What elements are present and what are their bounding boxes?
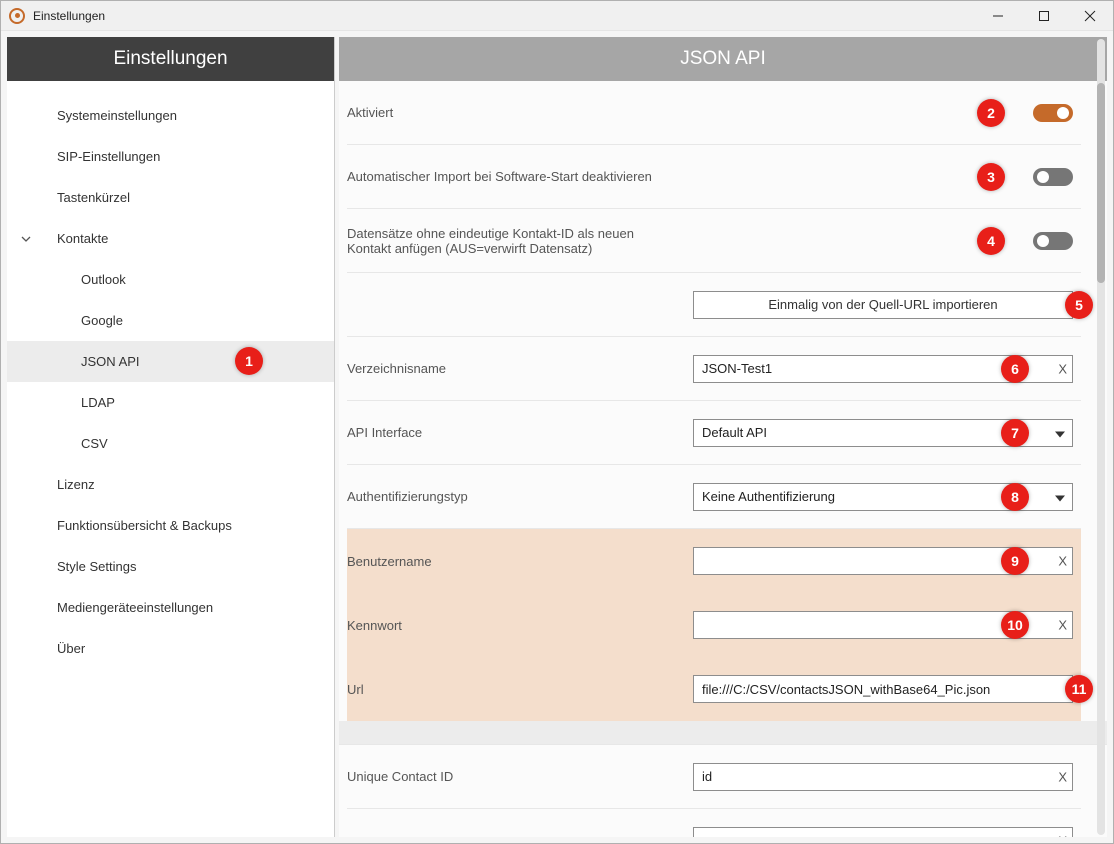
row-password: Kennwort X 10 [347,593,1081,657]
sidebar-item-shortcuts[interactable]: Tastenkürzel [7,177,334,218]
scrollbar-thumb[interactable] [1097,83,1105,283]
annotation-badge-11: 11 [1065,675,1093,703]
app-icon [9,8,25,24]
api-interface-label: API Interface [347,425,693,440]
annotation-badge-1: 1 [235,347,263,375]
row-url: Url 11 [347,657,1081,721]
sidebar-item-license[interactable]: Lizenz [7,464,334,505]
row-import-once: Einmalig von der Quell-URL importieren 5 [347,273,1081,337]
annotation-badge-3: 3 [977,163,1005,191]
sidebar-item-csv[interactable]: CSV [7,423,334,464]
dirname-label: Verzeichnisname [347,361,693,376]
sidebar-item-label: Über [57,641,85,656]
activated-label: Aktiviert [347,105,693,120]
annotation-badge-8: 8 [1001,483,1029,511]
row-auth-type: Authentifizierungstyp Keine Authentifizi… [347,465,1081,529]
chevron-down-icon [21,234,31,244]
import-once-button[interactable]: Einmalig von der Quell-URL importieren [693,291,1073,319]
sidebar-item-google[interactable]: Google [7,300,334,341]
row-api-interface: API Interface Default API 7 [347,401,1081,465]
sidebar-item-label: CSV [81,436,108,451]
url-input[interactable] [693,675,1073,703]
sidebar-item-ldap[interactable]: LDAP [7,382,334,423]
row-append: Datensätze ohne eindeutige Kontakt-ID al… [347,209,1081,273]
annotation-badge-5: 5 [1065,291,1093,319]
content-title: JSON API [339,37,1107,81]
sidebar-item-style[interactable]: Style Settings [7,546,334,587]
activated-toggle[interactable] [1033,104,1073,122]
password-label: Kennwort [347,618,693,633]
sidebar-item-contacts[interactable]: Kontakte [7,218,334,259]
sidebar-item-label: Systemeinstellungen [57,108,177,123]
sidebar-item-system[interactable]: Systemeinstellungen [7,95,334,136]
auto-import-label: Automatischer Import bei Software-Start … [347,169,693,184]
sidebar-item-label: Google [81,313,123,328]
unique-id-label: Unique Contact ID [347,769,693,784]
sidebar-item-label: SIP-Einstellungen [57,149,160,164]
titlebar: Einstellungen [1,1,1113,31]
auth-type-label: Authentifizierungstyp [347,489,693,504]
close-button[interactable] [1067,1,1113,30]
sidebar-title: Einstellungen [7,37,334,81]
row-auto-import: Automatischer Import bei Software-Start … [347,145,1081,209]
sidebar-item-label: Style Settings [57,559,137,574]
body: Einstellungen Systemeinstellungen SIP-Ei… [1,31,1113,843]
sidebar-item-label: Outlook [81,272,126,287]
sidebar-item-sip[interactable]: SIP-Einstellungen [7,136,334,177]
window-title: Einstellungen [33,9,975,23]
auth-block: Benutzername X 9 Kennwort [347,529,1081,721]
annotation-badge-4: 4 [977,227,1005,255]
sidebar-item-label: Funktionsübersicht & Backups [57,518,232,533]
content: JSON API Aktiviert 2 Automatischer Impor… [339,37,1107,837]
maximize-button[interactable] [1021,1,1067,30]
sidebar-item-label: Kontakte [57,231,108,246]
select-value: Keine Authentifizierung [702,489,835,504]
annotation-badge-7: 7 [1001,419,1029,447]
sidebar-item-label: LDAP [81,395,115,410]
settings-window: Einstellungen Einstellungen Systemeinste… [0,0,1114,844]
row-username: Benutzername X 9 [347,529,1081,593]
sidebar-item-json-api[interactable]: JSON API 1 [7,341,334,382]
username-label: Benutzername [347,554,693,569]
window-controls [975,1,1113,30]
sidebar-item-label: JSON API [81,354,140,369]
vorname-label: Vorname [347,834,693,838]
select-value: Default API [702,425,767,440]
sidebar-item-outlook[interactable]: Outlook [7,259,334,300]
annotation-badge-6: 6 [1001,355,1029,383]
auto-import-toggle[interactable] [1033,168,1073,186]
sidebar-item-about[interactable]: Über [7,628,334,669]
append-toggle[interactable] [1033,232,1073,250]
row-vorname: Vorname X [347,809,1081,837]
row-activated: Aktiviert 2 [347,81,1081,145]
section-divider [339,721,1107,745]
minimize-button[interactable] [975,1,1021,30]
annotation-badge-2: 2 [977,99,1005,127]
sidebar-item-functions[interactable]: Funktionsübersicht & Backups [7,505,334,546]
sidebar-item-label: Tastenkürzel [57,190,130,205]
vorname-input[interactable] [693,827,1073,837]
sidebar-item-label: Lizenz [57,477,95,492]
sidebar-item-label: Mediengeräteeinstellungen [57,600,213,615]
row-unique-id: Unique Contact ID X [347,745,1081,809]
sidebar-nav: Systemeinstellungen SIP-Einstellungen Ta… [7,81,334,669]
url-label: Url [347,682,693,697]
content-scroll[interactable]: Aktiviert 2 Automatischer Import bei Sof… [339,81,1107,837]
sidebar-item-media[interactable]: Mediengeräteeinstellungen [7,587,334,628]
append-label: Datensätze ohne eindeutige Kontakt-ID al… [347,226,693,256]
annotation-badge-10: 10 [1001,611,1029,639]
unique-id-input[interactable] [693,763,1073,791]
annotation-badge-9: 9 [1001,547,1029,575]
sidebar: Einstellungen Systemeinstellungen SIP-Ei… [7,37,335,837]
row-dirname: Verzeichnisname X 6 [347,337,1081,401]
